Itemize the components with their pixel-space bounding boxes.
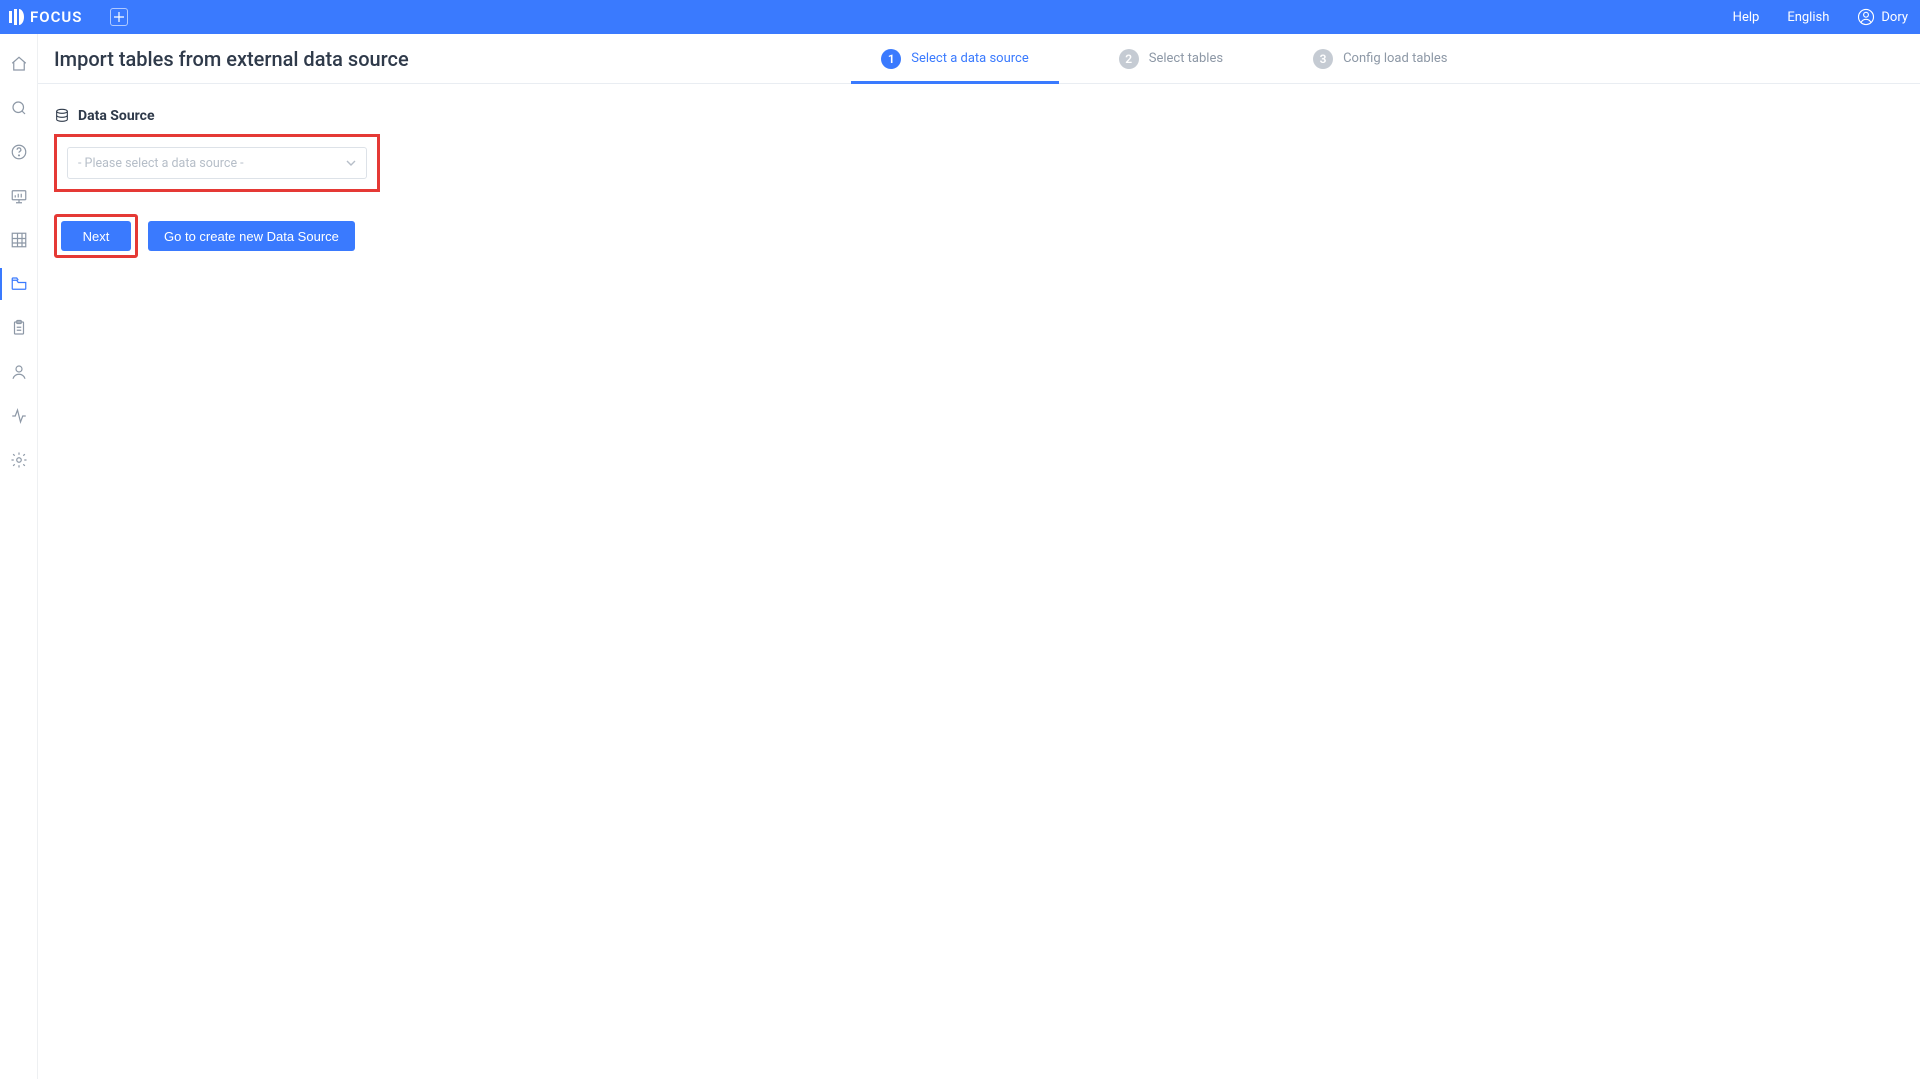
activity-icon: [10, 407, 28, 425]
step-3-label: Config load tables: [1343, 51, 1447, 66]
brand[interactable]: FOCUS: [8, 8, 82, 26]
next-button[interactable]: Next: [61, 221, 131, 251]
step-3-num: 3: [1313, 49, 1333, 69]
highlight-select: - Please select a data source -: [54, 134, 380, 192]
grid-icon: [10, 231, 28, 249]
plus-icon: [114, 12, 124, 22]
nav-settings[interactable]: [0, 438, 38, 482]
brand-text: FOCUS: [30, 8, 82, 26]
create-data-source-button[interactable]: Go to create new Data Source: [148, 221, 355, 251]
search-icon: [10, 99, 28, 117]
folder-icon: [10, 275, 28, 293]
home-icon: [10, 55, 28, 73]
dashboard-icon: [10, 187, 28, 205]
section-title: Data Source: [54, 108, 1904, 124]
database-icon: [54, 108, 70, 124]
step-3[interactable]: 3 Config load tables: [1313, 34, 1447, 83]
nav-data-source[interactable]: [0, 262, 38, 306]
chevron-down-icon: [346, 158, 356, 168]
nav-help[interactable]: [0, 130, 38, 174]
gear-icon: [10, 451, 28, 469]
nav-activity[interactable]: [0, 394, 38, 438]
nav-home[interactable]: [0, 42, 38, 86]
user-icon: [10, 363, 28, 381]
step-1-label: Select a data source: [911, 51, 1028, 66]
question-icon: [10, 143, 28, 161]
step-1-num: 1: [881, 49, 901, 69]
main: Import tables from external data source …: [38, 34, 1920, 1079]
logo-icon: [8, 9, 24, 25]
new-button[interactable]: [110, 8, 128, 26]
nav-dashboard[interactable]: [0, 174, 38, 218]
user-menu[interactable]: Dory: [1857, 8, 1908, 26]
user-name: Dory: [1881, 10, 1908, 25]
nav-search[interactable]: [0, 86, 38, 130]
section-label: Data Source: [78, 108, 155, 124]
button-row: Next Go to create new Data Source: [54, 214, 1904, 258]
step-2-label: Select tables: [1149, 51, 1223, 66]
topbar: FOCUS Help English Dory: [0, 0, 1920, 34]
page-header: Import tables from external data source …: [38, 34, 1920, 84]
highlight-next: Next: [54, 214, 138, 258]
content: Data Source - Please select a data sourc…: [38, 84, 1920, 282]
language-select[interactable]: English: [1787, 10, 1829, 25]
step-2[interactable]: 2 Select tables: [1119, 34, 1223, 83]
step-2-num: 2: [1119, 49, 1139, 69]
clipboard-icon: [10, 319, 28, 337]
data-source-select[interactable]: - Please select a data source -: [67, 147, 367, 179]
page-title: Import tables from external data source: [54, 47, 409, 71]
select-placeholder: - Please select a data source -: [78, 156, 244, 171]
stepper: 1 Select a data source 2 Select tables 3…: [409, 34, 1920, 83]
help-link[interactable]: Help: [1733, 10, 1760, 25]
user-avatar-icon: [1857, 8, 1875, 26]
step-1[interactable]: 1 Select a data source: [881, 34, 1028, 83]
nav-users[interactable]: [0, 350, 38, 394]
nav-tasks[interactable]: [0, 306, 38, 350]
nav-tables[interactable]: [0, 218, 38, 262]
sidenav: [0, 34, 38, 1079]
